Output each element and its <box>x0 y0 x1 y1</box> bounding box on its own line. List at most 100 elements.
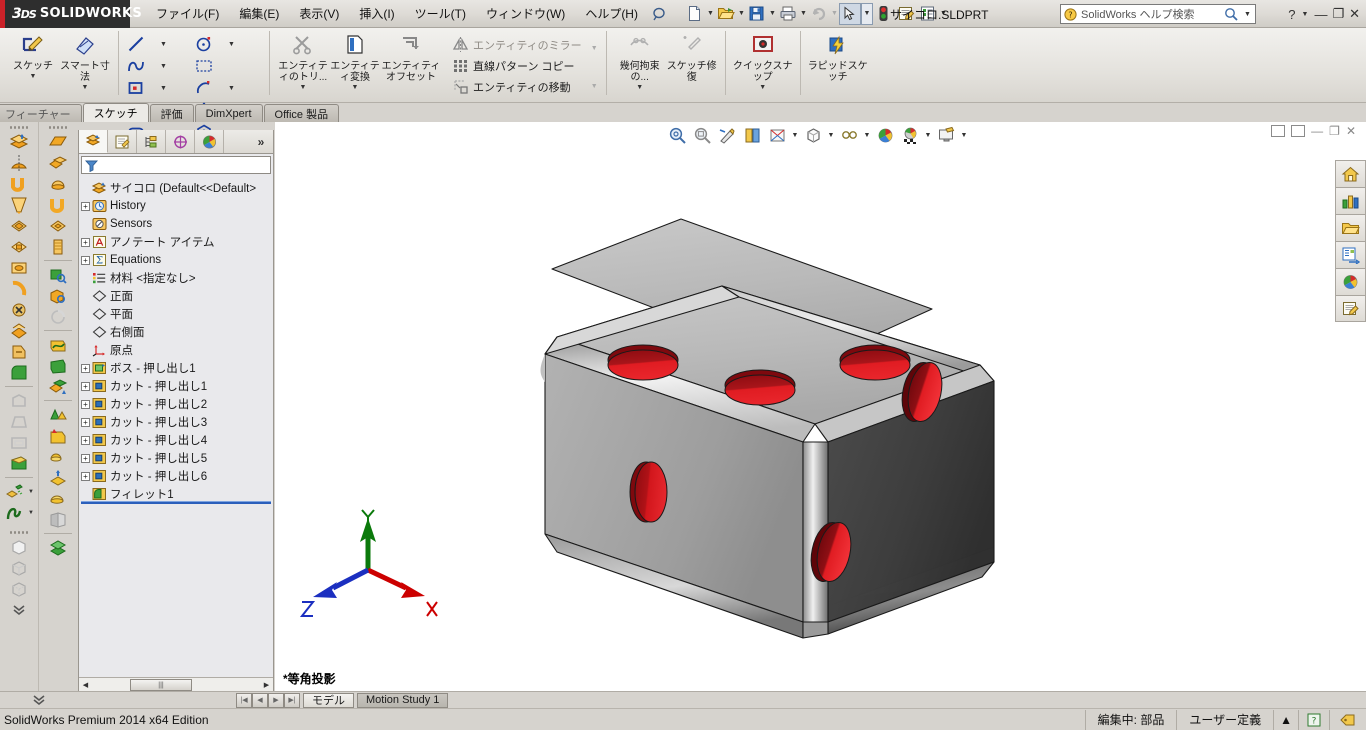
tree-item-cut-extrude3[interactable]: + カット - 押し出し3 <box>79 413 273 431</box>
tab-last-button[interactable]: ▶| <box>284 692 300 708</box>
circle-button[interactable] <box>194 33 228 55</box>
expand-icon[interactable]: + <box>81 255 90 265</box>
reference-plane-icon[interactable] <box>41 131 75 152</box>
linear-pattern-dropdown[interactable]: ▼ <box>28 489 34 495</box>
line-button[interactable] <box>126 33 160 55</box>
pin-menu-icon[interactable] <box>648 3 670 25</box>
trim-box-button[interactable] <box>194 55 228 77</box>
tab-sketch[interactable]: スケッチ <box>82 103 149 122</box>
convert-entities-dropdown[interactable]: ▼ <box>352 84 359 91</box>
select-arrow-icon[interactable] <box>838 2 861 25</box>
section-view-icon[interactable] <box>740 123 764 147</box>
feature-tree-hscrollbar[interactable]: ◀ ||| ▶ <box>79 677 273 692</box>
delete-body-icon[interactable] <box>41 509 75 530</box>
solidworks-resources-icon[interactable] <box>1335 160 1366 187</box>
chevron-double-down-icon[interactable] <box>0 693 78 707</box>
help-search-dropdown[interactable]: ▼ <box>1243 4 1252 24</box>
wireframe-box-icon[interactable] <box>2 557 36 578</box>
scroll-thumb[interactable]: ||| <box>130 679 192 691</box>
draft-icon[interactable] <box>2 411 36 432</box>
display-style-icon[interactable] <box>801 123 825 147</box>
geometric-relations-dropdown[interactable]: ▼ <box>636 84 643 91</box>
help-search-box[interactable]: ? SolidWorks ヘルプ検索 ▼ <box>1060 4 1256 24</box>
minimize-button[interactable]: — <box>1314 7 1327 22</box>
tree-item-boss-extrude1[interactable]: + ボス - 押し出し1 <box>79 359 273 377</box>
zoom-to-fit-icon[interactable] <box>665 123 689 147</box>
zebra-stripes-icon[interactable] <box>41 355 75 376</box>
tree-item-sensors[interactable]: Sensors <box>79 215 273 233</box>
custom-properties-icon[interactable] <box>1335 295 1366 322</box>
tree-item-cut-extrude1[interactable]: + カット - 押し出し1 <box>79 377 273 395</box>
convert-entities-button[interactable]: エンティティ変換 ▼ <box>329 30 381 92</box>
view-settings-dropdown[interactable]: ▼ <box>959 123 969 147</box>
display-style-dropdown[interactable]: ▼ <box>826 123 836 147</box>
feature-tree-filter-input[interactable] <box>81 156 271 174</box>
graphics-area[interactable]: ▼ ▼ ▼ ▼ ▼ — ❐ ✕ *等角投影 <box>275 122 1366 693</box>
menu-edit[interactable]: 編集(E) <box>229 1 289 26</box>
tab-features[interactable]: フィーチャー <box>0 104 82 122</box>
sketch-dropdown[interactable]: ▼ <box>30 73 37 80</box>
select-dropdown[interactable]: ▼ <box>860 2 873 25</box>
swept-boss-base-icon[interactable] <box>2 173 36 194</box>
save-dropdown[interactable]: ▼ <box>768 4 777 24</box>
linear-pattern-button[interactable]: 直線パターン コピー <box>450 55 584 76</box>
trim-entities-button[interactable]: エンティティのトリ... ▼ <box>277 30 329 92</box>
status-units-caret[interactable]: ▲ <box>1273 709 1298 730</box>
move-entities-dropdown[interactable]: ▼ <box>590 76 599 96</box>
undo-icon[interactable] <box>808 3 830 25</box>
status-units-text[interactable]: ユーザー定義 <box>1176 709 1273 730</box>
spline-dropdown[interactable]: ▼ <box>160 55 194 77</box>
expand-icon[interactable]: + <box>81 471 90 481</box>
magnifier-icon[interactable] <box>1224 7 1239 22</box>
doc-close-button[interactable]: ✕ <box>1346 124 1356 138</box>
expand-icon[interactable]: + <box>81 363 90 373</box>
menu-view[interactable]: 表示(V) <box>289 1 349 26</box>
new-document-icon[interactable] <box>684 3 706 25</box>
mirror-icon[interactable] <box>41 152 75 173</box>
tab-evaluate[interactable]: 評価 <box>149 104 194 122</box>
mirror-entities-button[interactable]: エンティティのミラー <box>450 34 584 55</box>
quick-snaps-button[interactable]: クイックスナップ ▼ <box>733 30 793 92</box>
feature-manager-more[interactable]: » <box>249 130 273 153</box>
restore-button[interactable]: ❐ <box>1332 6 1344 22</box>
tree-root-item[interactable]: サイコロ (Default<<Default> <box>79 179 273 197</box>
help-dropdown-icon[interactable]: ▼ <box>1300 4 1309 24</box>
deviation-analysis-icon[interactable] <box>41 306 75 327</box>
expand-icon[interactable]: + <box>81 417 90 427</box>
toolbar-gripper-2[interactable] <box>43 124 73 131</box>
scroll-right-arrow[interactable]: ▶ <box>260 679 273 692</box>
tree-item-cut-extrude2[interactable]: + カット - 押し出し2 <box>79 395 273 413</box>
arc-dropdown[interactable]: ▼ <box>228 77 262 99</box>
dimxpert-manager-tab[interactable] <box>166 130 195 153</box>
simulation-icon[interactable] <box>41 404 75 425</box>
rapid-sketch-button[interactable]: ラピッドスケッチ <box>808 30 868 92</box>
move-entities-button[interactable]: エンティティの移動 <box>450 76 584 97</box>
tab-first-button[interactable]: |◀ <box>236 692 252 708</box>
print-icon[interactable] <box>777 3 799 25</box>
tab-model[interactable]: モデル <box>303 692 354 708</box>
status-help-badge[interactable]: ? <box>1298 709 1329 730</box>
rectangle-button[interactable] <box>126 77 160 99</box>
design-library-icon[interactable] <box>1335 187 1366 214</box>
hidden-lines-box-icon[interactable] <box>2 578 36 599</box>
menu-insert[interactable]: 挿入(I) <box>349 1 404 26</box>
revolved-cut-icon[interactable] <box>2 278 36 299</box>
rib-icon[interactable] <box>2 453 36 474</box>
tree-item-cut-extrude5[interactable]: + カット - 押し出し5 <box>79 449 273 467</box>
feature-manager-tree-tab[interactable] <box>79 130 108 153</box>
fillet-icon[interactable] <box>2 362 36 383</box>
expand-icon[interactable]: + <box>81 453 90 463</box>
expand-icon[interactable]: + <box>81 399 90 409</box>
tab-next-button[interactable]: ▶ <box>268 692 284 708</box>
tree-item-right-plane[interactable]: 右側面 <box>79 323 273 341</box>
tree-item-annotations[interactable]: + アノテート アイテム <box>79 233 273 251</box>
curvature-icon[interactable] <box>41 334 75 355</box>
tree-item-equations[interactable]: + Σ Equations <box>79 251 273 269</box>
view-palette-icon[interactable] <box>1335 241 1366 268</box>
geometric-relations-button[interactable]: 幾何拘束の... ▼ <box>614 30 666 92</box>
new-document-dropdown[interactable]: ▼ <box>706 4 715 24</box>
apply-scene-dropdown[interactable]: ▼ <box>923 123 933 147</box>
doc-minimize-button[interactable]: — <box>1311 124 1323 138</box>
measure-icon[interactable] <box>41 264 75 285</box>
smart-dimension-dropdown[interactable]: ▼ <box>82 84 89 91</box>
